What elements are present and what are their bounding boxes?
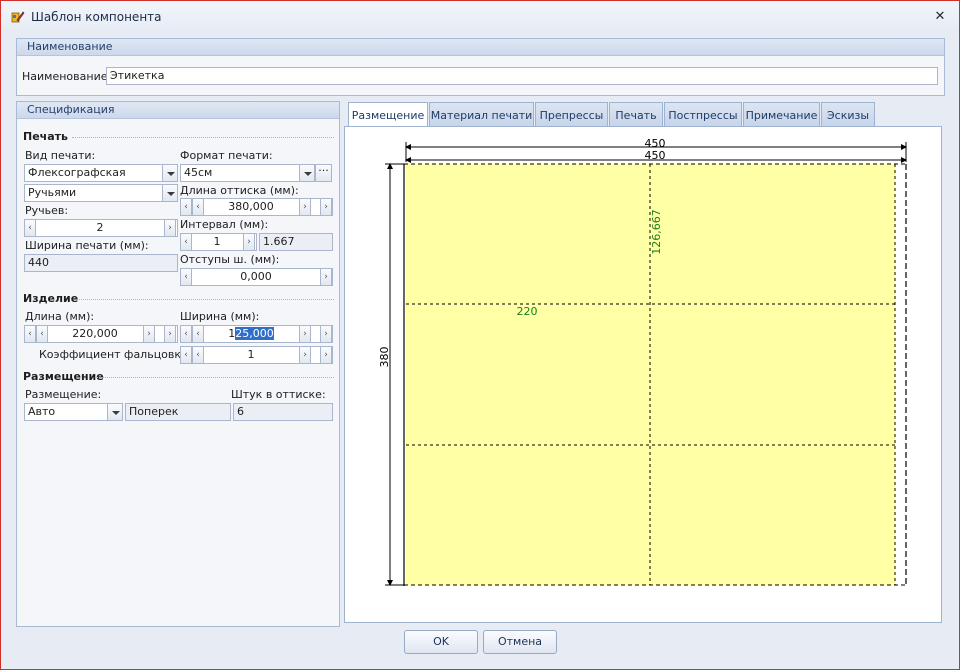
title-bar: Шаблон компонента ✕ (1, 1, 959, 33)
label-height-dim: 126,667 (650, 209, 663, 255)
spec-group-header: Спецификация (17, 102, 339, 119)
interval-computed-field: 1.667 (259, 233, 333, 251)
window-title: Шаблон компонента (31, 10, 162, 24)
step-next-icon[interactable]: › (320, 269, 332, 285)
print-format-label: Формат печати: (180, 149, 273, 162)
interval-stepper[interactable]: ‹ 1 › (180, 233, 257, 251)
section-placement: Размещение (23, 370, 104, 383)
label-width-dim: 220 (517, 305, 538, 318)
length-label: Длина (мм): (25, 310, 95, 323)
chevron-down-icon[interactable] (162, 165, 177, 181)
name-group: Наименование Наименование: Этикетка (16, 38, 945, 96)
interval-label: Интервал (мм): (180, 218, 269, 231)
dialog-window: Шаблон компонента ✕ Наименование Наимено… (0, 0, 960, 670)
step-last-icon[interactable]: › (164, 326, 176, 342)
placement-value: Авто (28, 405, 56, 418)
name-label: Наименование: (22, 70, 112, 83)
name-input[interactable]: Этикетка (106, 67, 938, 85)
print-width-label: Ширина печати (мм): (25, 239, 149, 252)
step-last-icon[interactable]: › (320, 347, 332, 363)
step-prev-icon[interactable]: ‹ (181, 234, 192, 250)
interval-value: 1 (213, 235, 221, 248)
streams-value: 2 (96, 221, 104, 234)
step-first-icon[interactable]: ‹ (181, 347, 192, 363)
pieces-label: Штук в оттиске: (231, 388, 326, 401)
length-stepper[interactable]: ‹ ‹ 220,000 › › (24, 325, 178, 343)
impression-length-stepper[interactable]: ‹ ‹ 380,000 › › (180, 198, 333, 216)
offsets-value: 0,000 (240, 270, 272, 283)
offsets-label: Отступы ш. (мм): (180, 253, 280, 266)
print-format-value: 45см (184, 166, 213, 179)
close-icon[interactable]: ✕ (933, 10, 947, 24)
section-print: Печать (23, 130, 68, 143)
step-prev-icon[interactable]: ‹ (25, 220, 36, 236)
tab-prepress[interactable]: Препрессы (535, 102, 608, 127)
streams-mode-select[interactable]: Ручьями (24, 184, 178, 202)
print-format-more-button[interactable]: ··· (315, 164, 332, 182)
tab-print-material[interactable]: Материал печати (429, 102, 534, 127)
step-next-icon[interactable]: › (299, 347, 311, 363)
width-label: Ширина (мм): (180, 310, 260, 323)
placement-panel: 450 450 380 220 126,667 (344, 126, 942, 623)
step-prev-icon[interactable]: ‹ (181, 269, 192, 285)
section-placement-divider (97, 377, 334, 378)
chevron-down-icon[interactable] (299, 165, 314, 181)
streams-label: Ручьев: (25, 204, 69, 217)
chevron-down-icon[interactable] (162, 185, 177, 201)
streams-mode-value: Ручьями (28, 186, 77, 199)
step-first-icon[interactable]: ‹ (181, 326, 192, 342)
name-group-header: Наименование (17, 39, 944, 56)
length-value: 220,000 (72, 327, 118, 340)
print-format-select[interactable]: 45см (180, 164, 315, 182)
step-first-icon[interactable]: ‹ (181, 199, 192, 215)
tab-placement[interactable]: Размещение (348, 102, 428, 128)
app-icon (11, 11, 25, 23)
tab-printing[interactable]: Печать (609, 102, 663, 127)
pieces-field: 6 (233, 403, 333, 421)
print-type-label: Вид печати: (25, 149, 96, 162)
step-last-icon[interactable]: › (320, 326, 332, 342)
print-type-select[interactable]: Флексографская (24, 164, 178, 182)
width-stepper[interactable]: ‹ ‹ 125,000 › › (180, 325, 333, 343)
step-next-icon[interactable]: › (299, 326, 311, 342)
tab-sketches[interactable]: Эскизы (821, 102, 875, 127)
fold-value: 1 (247, 348, 255, 361)
streams-stepper[interactable]: ‹ 2 › (24, 219, 178, 237)
offsets-stepper[interactable]: ‹ 0,000 › (180, 268, 333, 286)
width-value: 125,000 (203, 326, 299, 342)
spec-group: Спецификация Печать Вид печати: Флексогр… (16, 101, 340, 627)
placement-select[interactable]: Авто (24, 403, 123, 421)
print-type-value: Флексографская (28, 166, 126, 179)
chevron-down-icon[interactable] (107, 404, 122, 420)
step-next-icon[interactable]: › (299, 199, 311, 215)
impression-length-label: Длина оттиска (мм): (180, 184, 299, 197)
dim-height: 380 (378, 347, 391, 368)
dim-inner-width: 450 (645, 149, 666, 162)
impression-length-value: 380,000 (228, 200, 274, 213)
step-last-icon[interactable]: › (320, 199, 332, 215)
cancel-button[interactable]: Отмена (483, 630, 557, 654)
step-next-icon[interactable]: › (164, 220, 176, 236)
tab-notes[interactable]: Примечание (743, 102, 820, 127)
section-product-divider (77, 299, 334, 300)
step-next-icon[interactable]: › (243, 234, 255, 250)
fold-stepper[interactable]: ‹ ‹ 1 › › (180, 346, 333, 364)
step-next-icon[interactable]: › (143, 326, 155, 342)
step-first-icon[interactable]: ‹ (25, 326, 36, 342)
width-value-selected: 25,000 (235, 327, 274, 340)
section-product: Изделие (23, 292, 79, 305)
ok-button[interactable]: OK (404, 630, 478, 654)
tab-postpress[interactable]: Постпрессы (664, 102, 742, 127)
fold-label: Коэффициент фальцовки: (39, 348, 192, 361)
section-print-divider (72, 137, 334, 138)
placement-label: Размещение: (25, 388, 102, 401)
orientation-field: Поперек (125, 403, 231, 421)
layout-drawing: 450 450 380 220 126,667 (378, 137, 907, 586)
print-width-field: 440 (24, 254, 178, 272)
